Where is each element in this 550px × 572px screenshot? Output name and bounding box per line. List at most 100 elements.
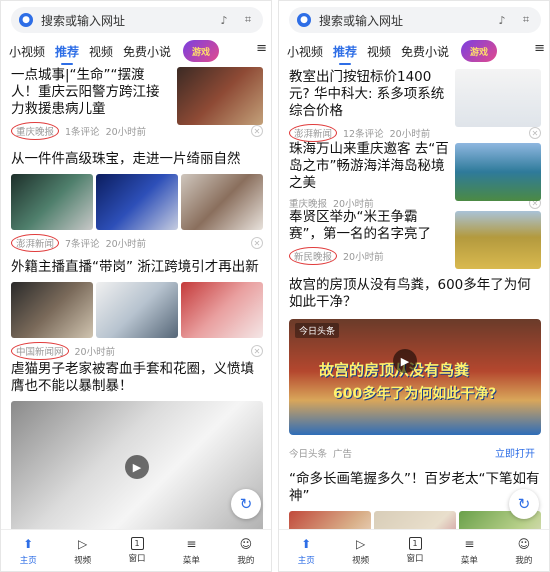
tab-video[interactable]: 视频: [89, 43, 113, 60]
news-title: 一点城事|“生命”“摆渡人！重庆云阳警方跨江接力救援患病儿童: [11, 67, 160, 117]
menu-icon[interactable]: ≡: [534, 41, 545, 56]
news-title: 虐猫男子老家被寄血手套和花圈，义愤填膺也不能以暴制暴！: [11, 361, 254, 394]
play-icon[interactable]: ▶: [393, 349, 417, 373]
nav-home[interactable]: ⬆ 主页: [279, 530, 333, 571]
news-title: 从一件件高级珠宝，走进一片绮丽自然: [11, 151, 241, 167]
ad-caption-line2: 600多年了为何如此干净?: [333, 386, 497, 402]
video-icon: ▷: [77, 536, 88, 551]
ad-source: 今日头条: [289, 448, 328, 460]
news-item[interactable]: 珠海万山来重庆邀客 去“百岛之市”畅游海洋海岛秘境之美 重庆晚报 20小时前 ✕: [289, 141, 541, 210]
ad-item[interactable]: 故宫的房顶从没有鸟粪，600多年了为何如此干净？: [289, 277, 541, 311]
search-bar[interactable]: ● 搜索或输入网址 ♪ ⌗: [11, 7, 263, 33]
news-time: 20小时前: [74, 347, 116, 358]
news-title: 珠海万山来重庆邀客 去“百岛之市”畅游海洋海岛秘境之美: [289, 141, 449, 191]
dismiss-icon[interactable]: ✕: [251, 237, 263, 249]
microphone-icon[interactable]: ♪: [495, 13, 509, 27]
left-phone-screen: ● 搜索或输入网址 ♪ ⌗ 小视频 推荐 视频 免费小说 游戏 ≡ 一点城事|“…: [0, 0, 272, 572]
news-thumbnail: [455, 69, 541, 127]
nav-video[interactable]: ▷ 视频: [333, 530, 387, 571]
bottom-navigation: ⬆ 主页 ▷ 视频 1 窗口 ≡ 菜单 ☺ 我的: [1, 529, 271, 571]
dismiss-icon[interactable]: ✕: [529, 127, 541, 139]
news-thumbnail: [177, 67, 263, 125]
person-icon: ☺: [239, 536, 253, 551]
nav-profile-label: 我的: [237, 555, 255, 566]
right-phone-screen: ● 搜索或输入网址 ♪ ⌗ 小视频 推荐 视频 免费小说 游戏 ≡ 教室出门按钮…: [278, 0, 550, 572]
scan-icon[interactable]: ⌗: [519, 13, 533, 27]
refresh-button[interactable]: ↻: [509, 489, 539, 519]
news-meta: 澎湃新闻 7条评论 20小时前 ✕: [11, 234, 263, 252]
news-source: 重庆晚报: [289, 199, 328, 210]
nav-home-label: 主页: [297, 555, 315, 566]
video-icon: ▷: [355, 536, 366, 551]
nav-window[interactable]: 1 窗口: [388, 530, 442, 571]
dismiss-icon[interactable]: ✕: [251, 345, 263, 357]
news-title: 奉贤区举办“米王争霸赛”，第一名的名字亮了: [289, 209, 431, 242]
ad-video-card[interactable]: 今日头条 故宫的房顶从没有鸟粪 600多年了为何如此干净? ▶: [289, 319, 541, 435]
news-meta: 中国新闻网 20小时前 ✕: [11, 342, 263, 360]
dismiss-icon[interactable]: ✕: [251, 125, 263, 137]
paw-logo-icon: ●: [297, 13, 311, 27]
ad-meta-row: 今日头条 广告 立即打开: [289, 441, 541, 461]
news-thumbnail: [181, 174, 263, 230]
nav-home-label: 主页: [19, 555, 37, 566]
news-thumbnail: [455, 211, 541, 269]
news-thumbnails: [11, 174, 263, 230]
menu-lines-icon: ≡: [186, 536, 197, 551]
game-promo-badge[interactable]: 游戏: [461, 40, 498, 62]
menu-icon[interactable]: ≡: [256, 41, 267, 56]
news-comments: 1条评论: [65, 127, 100, 138]
news-item[interactable]: 奉贤区举办“米王争霸赛”，第一名的名字亮了 新民晚报 20小时前 ✕: [289, 209, 541, 269]
news-item[interactable]: 从一件件高级珠宝，走进一片绮丽自然 澎湃新闻 7条评论 20小时前 ✕: [11, 151, 263, 252]
tab-short-video[interactable]: 小视频: [9, 43, 45, 60]
play-icon[interactable]: ▶: [125, 455, 149, 479]
home-icon: ⬆: [301, 536, 312, 551]
nav-menu[interactable]: ≡ 菜单: [442, 530, 496, 571]
scan-icon[interactable]: ⌗: [241, 13, 255, 27]
microphone-icon[interactable]: ♪: [217, 13, 231, 27]
search-placeholder[interactable]: 搜索或输入网址: [319, 12, 485, 29]
nav-video[interactable]: ▷ 视频: [55, 530, 109, 571]
nav-menu[interactable]: ≡ 菜单: [164, 530, 218, 571]
search-bar[interactable]: ● 搜索或输入网址 ♪ ⌗: [289, 7, 541, 33]
person-icon: ☺: [517, 536, 531, 551]
open-now-button[interactable]: 立即打开: [495, 445, 535, 460]
news-time: 20小时前: [343, 252, 384, 263]
menu-lines-icon: ≡: [464, 536, 475, 551]
news-item[interactable]: 虐猫男子老家被寄血手套和花圈，义愤填膺也不能以暴制暴！ ▶: [11, 361, 263, 533]
nav-profile[interactable]: ☺ 我的: [219, 530, 271, 571]
search-placeholder[interactable]: 搜索或输入网址: [41, 12, 207, 29]
channel-tabs: 小视频 推荐 视频 免费小说 游戏 ≡: [9, 40, 269, 65]
tab-video[interactable]: 视频: [367, 43, 391, 60]
tab-free-novel[interactable]: 免费小说: [401, 43, 449, 60]
news-thumbnail: [455, 143, 541, 201]
bottom-navigation: ⬆ 主页 ▷ 视频 1 窗口 ≡ 菜单 ☺ 我的: [279, 529, 549, 571]
news-title: “命多长画笔握多久”！百岁老太“下笔如有神”: [289, 471, 540, 504]
nav-window-label: 窗口: [128, 554, 146, 564]
news-item[interactable]: “命多长画笔握多久”！百岁老太“下笔如有神”: [289, 471, 541, 533]
tab-recommend[interactable]: 推荐: [55, 43, 79, 65]
news-thumbnail: [181, 282, 263, 338]
news-time: 20小时前: [105, 239, 147, 250]
window-icon: 1: [130, 537, 144, 550]
news-source: 中国新闻网: [11, 342, 69, 360]
news-item[interactable]: 教室出门按钮标价1400元? 华中科大: 系多项系统综合价格 澎湃新闻 12条评…: [289, 69, 541, 142]
refresh-button[interactable]: ↻: [231, 489, 261, 519]
news-thumbnail: [96, 282, 178, 338]
tab-free-novel[interactable]: 免费小说: [123, 43, 171, 60]
news-feed: 教室出门按钮标价1400元? 华中科大: 系多项系统综合价格 澎湃新闻 12条评…: [279, 63, 549, 533]
news-source: 新民晚报: [289, 247, 338, 265]
nav-profile[interactable]: ☺ 我的: [497, 530, 549, 571]
news-item[interactable]: 外籍主播直播“带岗” 浙江跨境引才再出新 中国新闻网 20小时前 ✕: [11, 259, 263, 360]
nav-home[interactable]: ⬆ 主页: [1, 530, 55, 571]
tab-recommend[interactable]: 推荐: [333, 43, 357, 65]
news-item[interactable]: 一点城事|“生命”“摆渡人！重庆云阳警方跨江接力救援患病儿童 重庆晚报 1条评论…: [11, 67, 263, 140]
news-video-thumbnail: ▶: [11, 401, 263, 533]
tab-short-video[interactable]: 小视频: [287, 43, 323, 60]
nav-window[interactable]: 1 窗口: [110, 530, 164, 571]
game-promo-badge[interactable]: 游戏: [183, 40, 220, 62]
window-icon: 1: [408, 537, 422, 550]
ad-meta: 今日头条 广告 立即打开: [289, 445, 541, 461]
news-feed: 一点城事|“生命”“摆渡人！重庆云阳警方跨江接力救援患病儿童 重庆晚报 1条评论…: [1, 63, 271, 533]
news-thumbnail: [96, 174, 178, 230]
news-time: 20小时前: [333, 199, 374, 210]
